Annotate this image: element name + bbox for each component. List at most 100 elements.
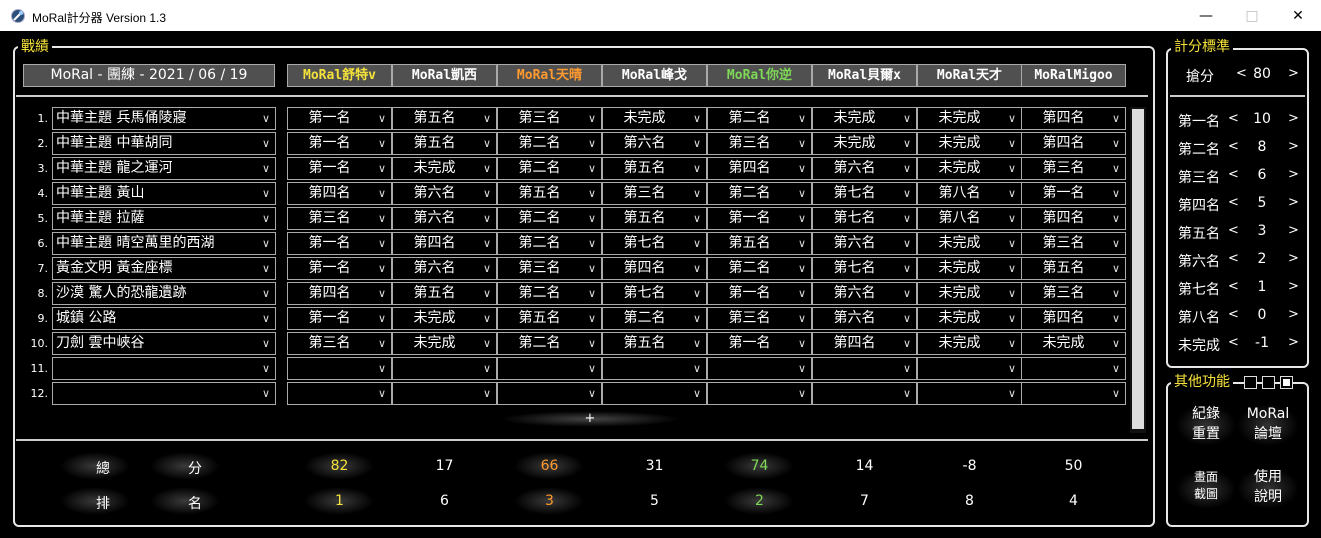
rank-select[interactable]: 第四名 ∨	[287, 182, 392, 205]
rank-select[interactable]: 第四名 ∨	[812, 332, 917, 355]
rank-select[interactable]: 第五名 ∨	[392, 132, 497, 155]
rank-select[interactable]: ∨	[287, 357, 392, 380]
rank-select[interactable]: 第三名 ∨	[287, 207, 392, 230]
rank-select[interactable]: 第二名 ∨	[497, 207, 602, 230]
rank-select[interactable]: ∨	[392, 382, 497, 405]
rank-select[interactable]: 第二名 ∨	[497, 157, 602, 180]
rank-select[interactable]: 第七名 ∨	[602, 282, 707, 305]
rank-select[interactable]: 第三名 ∨	[287, 332, 392, 355]
rank-select[interactable]: ∨	[917, 357, 1022, 380]
rank-select[interactable]: 第二名 ∨	[497, 132, 602, 155]
rank-select[interactable]: ∨	[602, 382, 707, 405]
rank-select[interactable]: ∨	[707, 382, 812, 405]
rank-select[interactable]: 第四名 ∨	[287, 282, 392, 305]
rank-select[interactable]: 第一名 ∨	[287, 307, 392, 330]
rank-select[interactable]: ∨	[287, 382, 392, 405]
option-checkbox-2[interactable]	[1262, 376, 1275, 389]
score-increase-button[interactable]: >	[1288, 279, 1299, 294]
map-select[interactable]: 中華主題 拉薩 ∨	[52, 207, 276, 230]
rank-select[interactable]: 第一名 ∨	[1021, 182, 1126, 205]
score-decrease-button[interactable]: <	[1228, 307, 1239, 322]
map-select[interactable]: ∨	[52, 357, 276, 380]
grab-increase-button[interactable]: >	[1288, 66, 1299, 81]
rank-select[interactable]: 第六名 ∨	[812, 157, 917, 180]
rank-select[interactable]: 第六名 ∨	[392, 257, 497, 280]
scrollbar-thumb[interactable]	[1132, 109, 1144, 429]
rank-select[interactable]: 第六名 ∨	[812, 232, 917, 255]
rank-select[interactable]: 未完成 ∨	[602, 107, 707, 130]
map-select[interactable]: 中華主題 晴空萬里的西湖 ∨	[52, 232, 276, 255]
rank-select[interactable]: 第四名 ∨	[707, 157, 812, 180]
map-select[interactable]: 中華主題 龍之運河 ∨	[52, 157, 276, 180]
rank-select[interactable]: 第二名 ∨	[497, 232, 602, 255]
rank-select[interactable]: ∨	[1021, 382, 1126, 405]
map-select[interactable]: 黃金文明 黃金座標 ∨	[52, 257, 276, 280]
rank-select[interactable]: 未完成 ∨	[917, 332, 1022, 355]
rank-select[interactable]: 第六名 ∨	[602, 132, 707, 155]
rank-select[interactable]: 未完成 ∨	[1021, 332, 1126, 355]
rank-select[interactable]: 第四名 ∨	[1021, 307, 1126, 330]
rank-select[interactable]: ∨	[812, 357, 917, 380]
rank-select[interactable]: 第四名 ∨	[602, 257, 707, 280]
rank-select[interactable]: 第五名 ∨	[602, 157, 707, 180]
score-decrease-button[interactable]: <	[1228, 335, 1239, 350]
rank-select[interactable]: 未完成 ∨	[917, 307, 1022, 330]
rank-select[interactable]: 第一名 ∨	[707, 282, 812, 305]
rank-select[interactable]: 未完成 ∨	[917, 107, 1022, 130]
screenshot-button[interactable]: 畫面 截圖	[1176, 469, 1236, 509]
rank-select[interactable]: 第一名 ∨	[707, 207, 812, 230]
rank-select[interactable]: 第八名 ∨	[917, 207, 1022, 230]
rank-select[interactable]: 第三名 ∨	[1021, 232, 1126, 255]
close-button[interactable]: ✕	[1275, 0, 1321, 31]
rank-select[interactable]: 第三名 ∨	[602, 182, 707, 205]
rank-select[interactable]: 第五名 ∨	[497, 182, 602, 205]
rank-select[interactable]: ∨	[707, 357, 812, 380]
minimize-button[interactable]: —	[1183, 0, 1229, 31]
rank-select[interactable]: 第五名 ∨	[392, 107, 497, 130]
score-increase-button[interactable]: >	[1288, 195, 1299, 210]
rank-select[interactable]: 第三名 ∨	[1021, 157, 1126, 180]
vertical-scrollbar[interactable]	[1130, 107, 1146, 433]
map-select[interactable]: 沙漠 驚人的恐龍遺跡 ∨	[52, 282, 276, 305]
map-select[interactable]: 刀劍 雲中峽谷 ∨	[52, 332, 276, 355]
rank-select[interactable]: ∨	[1021, 357, 1126, 380]
rank-select[interactable]: 第五名 ∨	[392, 282, 497, 305]
score-increase-button[interactable]: >	[1288, 111, 1299, 126]
rank-select[interactable]: 第二名 ∨	[497, 332, 602, 355]
rank-select[interactable]: 第四名 ∨	[1021, 107, 1126, 130]
score-increase-button[interactable]: >	[1288, 251, 1299, 266]
rank-select[interactable]: 第三名 ∨	[707, 132, 812, 155]
rank-select[interactable]: 第五名 ∨	[1021, 257, 1126, 280]
rank-select[interactable]: 第五名 ∨	[497, 307, 602, 330]
rank-select[interactable]: 第三名 ∨	[1021, 282, 1126, 305]
rank-select[interactable]: 第一名 ∨	[707, 332, 812, 355]
rank-select[interactable]: 第五名 ∨	[602, 332, 707, 355]
rank-select[interactable]: 第一名 ∨	[287, 257, 392, 280]
score-increase-button[interactable]: >	[1288, 335, 1299, 350]
rank-select[interactable]: 第一名 ∨	[287, 232, 392, 255]
rank-select[interactable]: 未完成 ∨	[917, 157, 1022, 180]
rank-select[interactable]: ∨	[497, 382, 602, 405]
score-decrease-button[interactable]: <	[1228, 167, 1239, 182]
score-increase-button[interactable]: >	[1288, 307, 1299, 322]
score-decrease-button[interactable]: <	[1228, 139, 1239, 154]
rank-select[interactable]: 第四名 ∨	[392, 232, 497, 255]
score-decrease-button[interactable]: <	[1228, 279, 1239, 294]
rank-select[interactable]: 未完成 ∨	[917, 232, 1022, 255]
rank-select[interactable]: 第一名 ∨	[287, 157, 392, 180]
rank-select[interactable]: 未完成 ∨	[812, 132, 917, 155]
help-button[interactable]: 使用 說明	[1237, 467, 1299, 509]
rank-select[interactable]: 未完成 ∨	[917, 257, 1022, 280]
rank-select[interactable]: 第六名 ∨	[392, 207, 497, 230]
rank-select[interactable]: 未完成 ∨	[917, 132, 1022, 155]
rank-select[interactable]: 第六名 ∨	[392, 182, 497, 205]
rank-select[interactable]: 第七名 ∨	[812, 257, 917, 280]
rank-select[interactable]: 第七名 ∨	[812, 182, 917, 205]
rank-select[interactable]: ∨	[917, 382, 1022, 405]
add-row-button[interactable]: +	[500, 411, 680, 427]
score-decrease-button[interactable]: <	[1228, 111, 1239, 126]
option-checkbox-1[interactable]	[1244, 376, 1257, 389]
score-increase-button[interactable]: >	[1288, 167, 1299, 182]
rank-select[interactable]: 第七名 ∨	[602, 232, 707, 255]
forum-button[interactable]: MoRal 論壇	[1237, 404, 1299, 446]
